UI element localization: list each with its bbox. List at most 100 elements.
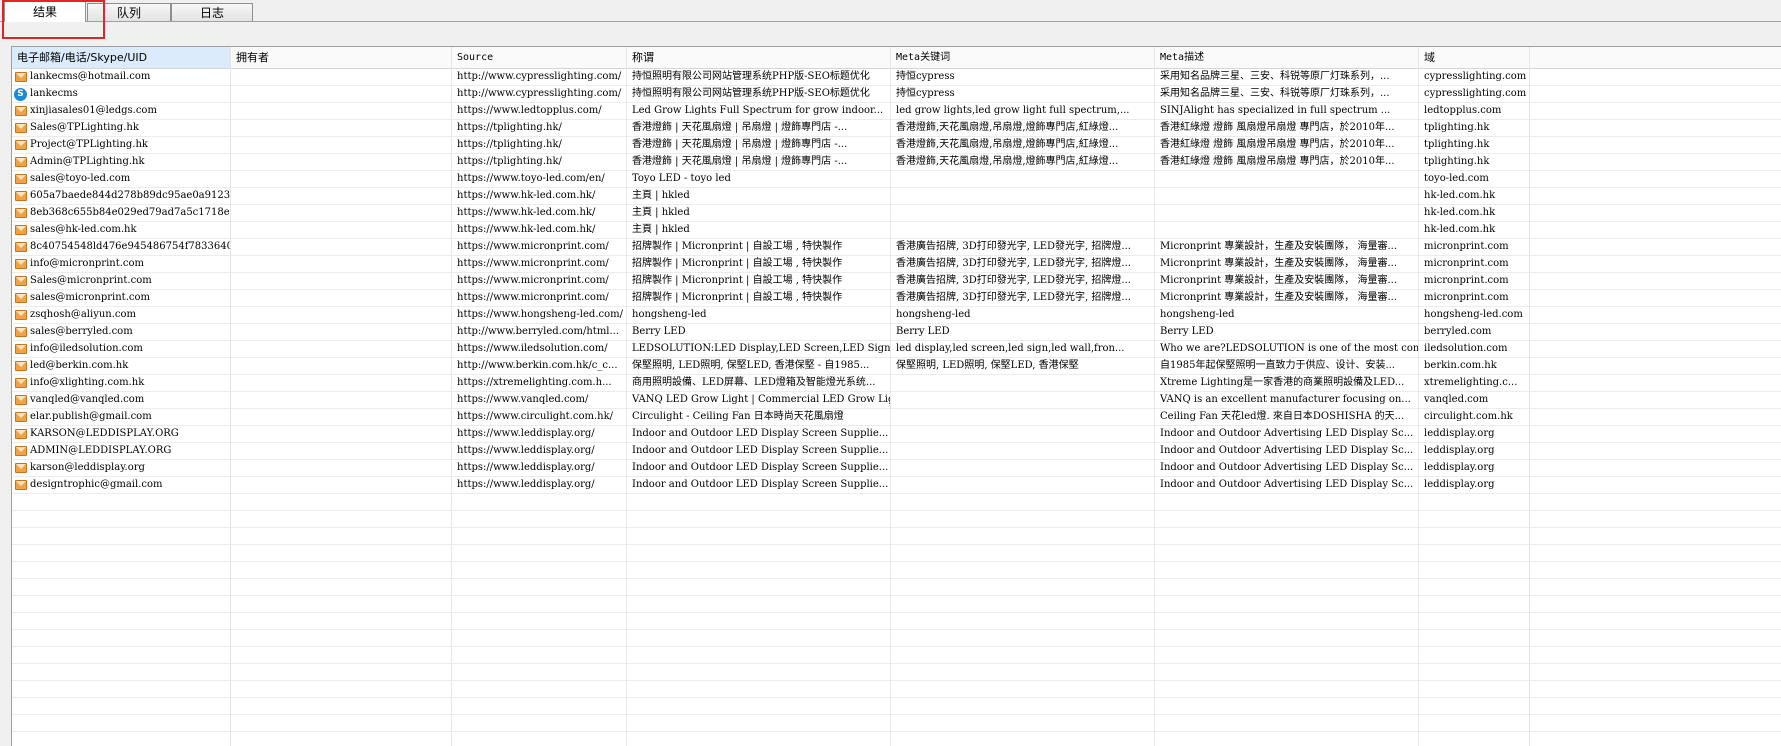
- cell-meta-keywords: hongsheng-led: [896, 309, 971, 320]
- table-row[interactable]: Project@TPLighting.hk https://tplighting.…: [12, 137, 1781, 154]
- cell-domain: leddisplay.org: [1424, 462, 1495, 473]
- table-row[interactable]: sales@hk-led.com.hk https://www.hk-led.co…: [12, 222, 1781, 239]
- table-row[interactable]: sales@micronprint.com https://www.micronp…: [12, 290, 1781, 307]
- col-header-meta-keywords[interactable]: Meta关键词: [891, 47, 1155, 68]
- cell-title: Indoor and Outdoor LED Display Screen Su…: [632, 428, 889, 439]
- table-row[interactable]: vanqled@vanqled.com https://www.vanqled.c…: [12, 392, 1781, 409]
- col-header-domain[interactable]: 域: [1419, 47, 1530, 68]
- col-header-title[interactable]: 称谓: [627, 47, 891, 68]
- table-row[interactable]: zsqhosh@aliyun.com https://www.hongsheng-…: [12, 307, 1781, 324]
- cell-meta-keywords: 香港廣告招牌, 3D打印發光字, LED發光字, 招牌燈...: [896, 292, 1131, 303]
- table-row[interactable]: Slankecms http://www.cypresslighting.com/…: [12, 86, 1781, 103]
- table-row[interactable]: elar.publish@gmail.com https://www.circul…: [12, 409, 1781, 426]
- cell-source: http://www.cypresslighting.com/: [457, 71, 622, 82]
- cell-domain: micronprint.com: [1424, 292, 1509, 303]
- tab-queue[interactable]: 队列: [87, 3, 171, 21]
- cell-meta-description: Ceiling Fan 天花led燈. 來自日本DOSHISHA 的天...: [1160, 411, 1405, 422]
- table-row[interactable]: Sales@micronprint.com https://www.micronp…: [12, 273, 1781, 290]
- cell-owner: [231, 273, 451, 289]
- cell-owner: [231, 341, 451, 357]
- cell-meta-keywords: 持恒cypress: [896, 71, 955, 82]
- cell-title: 招牌製作 | Micronprint | 自設工場 , 特快製作: [632, 292, 843, 303]
- cell-meta-description: Berry LED: [1160, 326, 1214, 337]
- cell-source: https://tplighting.hk/: [457, 122, 562, 133]
- empty-row: [12, 681, 1781, 698]
- cell-owner: [231, 477, 451, 493]
- cell-meta-description: Indoor and Outdoor Advertising LED Displ…: [1160, 479, 1414, 490]
- cell-source: https://www.circulight.com.hk/: [457, 411, 613, 422]
- table-row[interactable]: 605a7baede844d278b89dc95ae0a91230s... htt…: [12, 188, 1781, 205]
- table-row[interactable]: info@iledsolution.com https://www.iledsol…: [12, 341, 1781, 358]
- cell-email: 605a7baede844d278b89dc95ae0a91230s...: [30, 190, 230, 201]
- cell-email: Admin@TPLighting.hk: [30, 156, 145, 167]
- cell-title: 香港燈飾 | 天花風扇燈 | 吊扇燈 | 燈飾專門店 -...: [632, 139, 848, 150]
- col-header-source[interactable]: Source: [452, 47, 627, 68]
- cell-meta-description: Xtreme Lighting是一家香港的商業照明設備及LED...: [1160, 377, 1405, 388]
- cell-title: VANQ LED Grow Light | Commercial LED Gro…: [632, 394, 890, 405]
- cell-owner: [231, 409, 451, 425]
- cell-source: https://www.toyo-led.com/en/: [457, 173, 605, 184]
- table-row[interactable]: KARSON@LEDDISPLAY.ORG https://www.leddisp…: [12, 426, 1781, 443]
- table-row[interactable]: info@micronprint.com https://www.micronpr…: [12, 256, 1781, 273]
- cell-title: LEDSOLUTION:LED Display,LED Screen,LED S…: [632, 343, 890, 354]
- table-row[interactable]: Admin@TPLighting.hk https://tplighting.hk…: [12, 154, 1781, 171]
- cell-meta-keywords: Berry LED: [896, 326, 950, 337]
- table-row[interactable]: 8c40754548ld476e945486754f7833640s... htt…: [12, 239, 1781, 256]
- cell-email: elar.publish@gmail.com: [30, 411, 152, 422]
- col-header-meta-description[interactable]: Meta描述: [1155, 47, 1419, 68]
- cell-title: Berry LED: [632, 326, 686, 337]
- cell-owner: [231, 460, 451, 476]
- cell-meta-keywords: led display,led screen,led sign,led wall…: [896, 343, 1125, 354]
- cell-meta-description: [1155, 171, 1418, 187]
- table-row[interactable]: xinjiasales01@ledgs.com https://www.ledto…: [12, 103, 1781, 120]
- table-row[interactable]: Sales@TPLighting.hk https://tplighting.hk…: [12, 120, 1781, 137]
- table-row[interactable]: sales@berryled.com http://www.berryled.co…: [12, 324, 1781, 341]
- empty-row: [12, 511, 1781, 528]
- cell-email: led@berkin.com.hk: [30, 360, 129, 371]
- grid-column-divider: [451, 47, 452, 746]
- empty-row: [12, 579, 1781, 596]
- cell-domain: micronprint.com: [1424, 241, 1509, 252]
- table-row[interactable]: 8eb368c655b84e029ed79ad7a5c1718e8s... htt…: [12, 205, 1781, 222]
- table-row[interactable]: ADMIN@LEDDISPLAY.ORG https://www.leddispl…: [12, 443, 1781, 460]
- cell-meta-description: 香港紅綠燈 燈飾 風扇燈吊扇燈 專門店，於2010年...: [1160, 122, 1395, 133]
- table-row[interactable]: karson@leddisplay.org https://www.leddisp…: [12, 460, 1781, 477]
- col-header-filler: [1530, 47, 1781, 68]
- cell-owner: [231, 222, 451, 238]
- cell-domain: tplighting.hk: [1424, 139, 1490, 150]
- cell-meta-keywords: 香港廣告招牌, 3D打印發光字, LED發光字, 招牌燈...: [896, 258, 1131, 269]
- tab-results[interactable]: 结果: [4, 0, 86, 22]
- cell-meta-keywords: [891, 188, 1154, 204]
- empty-row: [12, 630, 1781, 647]
- cell-domain: leddisplay.org: [1424, 479, 1495, 490]
- empty-row: [12, 664, 1781, 681]
- results-grid[interactable]: 电子邮箱/电话/Skype/UID 拥有者 Source 称谓 Meta关键词 Meta描…: [11, 46, 1781, 746]
- cell-meta-description: Who we are?LEDSOLUTION is one of the mos…: [1160, 343, 1418, 354]
- cell-source: https://www.leddisplay.org/: [457, 462, 595, 473]
- cell-meta-description: 采用知名品牌三星、三安、科锐等原厂灯珠系列，...: [1160, 88, 1390, 99]
- cell-meta-keywords: [891, 171, 1154, 187]
- cell-owner: [231, 426, 451, 442]
- cell-source: http://www.cypresslighting.com/: [457, 88, 622, 99]
- cell-title: Circulight - Ceiling Fan 日本時尚天花風扇燈: [632, 411, 844, 422]
- tab-log[interactable]: 日志: [171, 3, 253, 21]
- cell-email: sales@hk-led.com.hk: [30, 224, 137, 235]
- table-row[interactable]: designtrophic@gmail.com https://www.leddi…: [12, 477, 1781, 494]
- cell-domain: hk-led.com.hk: [1424, 224, 1496, 235]
- table-row[interactable]: info@xlighting.com.hk https://xtremelight…: [12, 375, 1781, 392]
- col-header-owner[interactable]: 拥有者: [231, 47, 452, 68]
- cell-owner: [231, 205, 451, 221]
- cell-email: lankecms: [30, 88, 78, 99]
- cell-meta-description: Indoor and Outdoor Advertising LED Displ…: [1160, 445, 1414, 456]
- cell-source: https://xtremelighting.com.h...: [457, 377, 612, 388]
- cell-meta-description: [1155, 222, 1418, 238]
- cell-meta-keywords: 香港廣告招牌, 3D打印發光字, LED發光字, 招牌燈...: [896, 241, 1131, 252]
- cell-title: 招牌製作 | Micronprint | 自設工場 , 特快製作: [632, 241, 843, 252]
- cell-meta-description: [1155, 188, 1418, 204]
- col-header-email[interactable]: 电子邮箱/电话/Skype/UID: [12, 47, 231, 68]
- table-row[interactable]: lankecms@hotmail.com http://www.cypressli…: [12, 69, 1781, 86]
- table-row[interactable]: led@berkin.com.hk http://www.berkin.com.h…: [12, 358, 1781, 375]
- cell-owner: [231, 86, 451, 102]
- cell-meta-description: 自1985年起保堅照明一直致力于供应、设计、安装...: [1160, 360, 1395, 371]
- table-row[interactable]: sales@toyo-led.com https://www.toyo-led.c…: [12, 171, 1781, 188]
